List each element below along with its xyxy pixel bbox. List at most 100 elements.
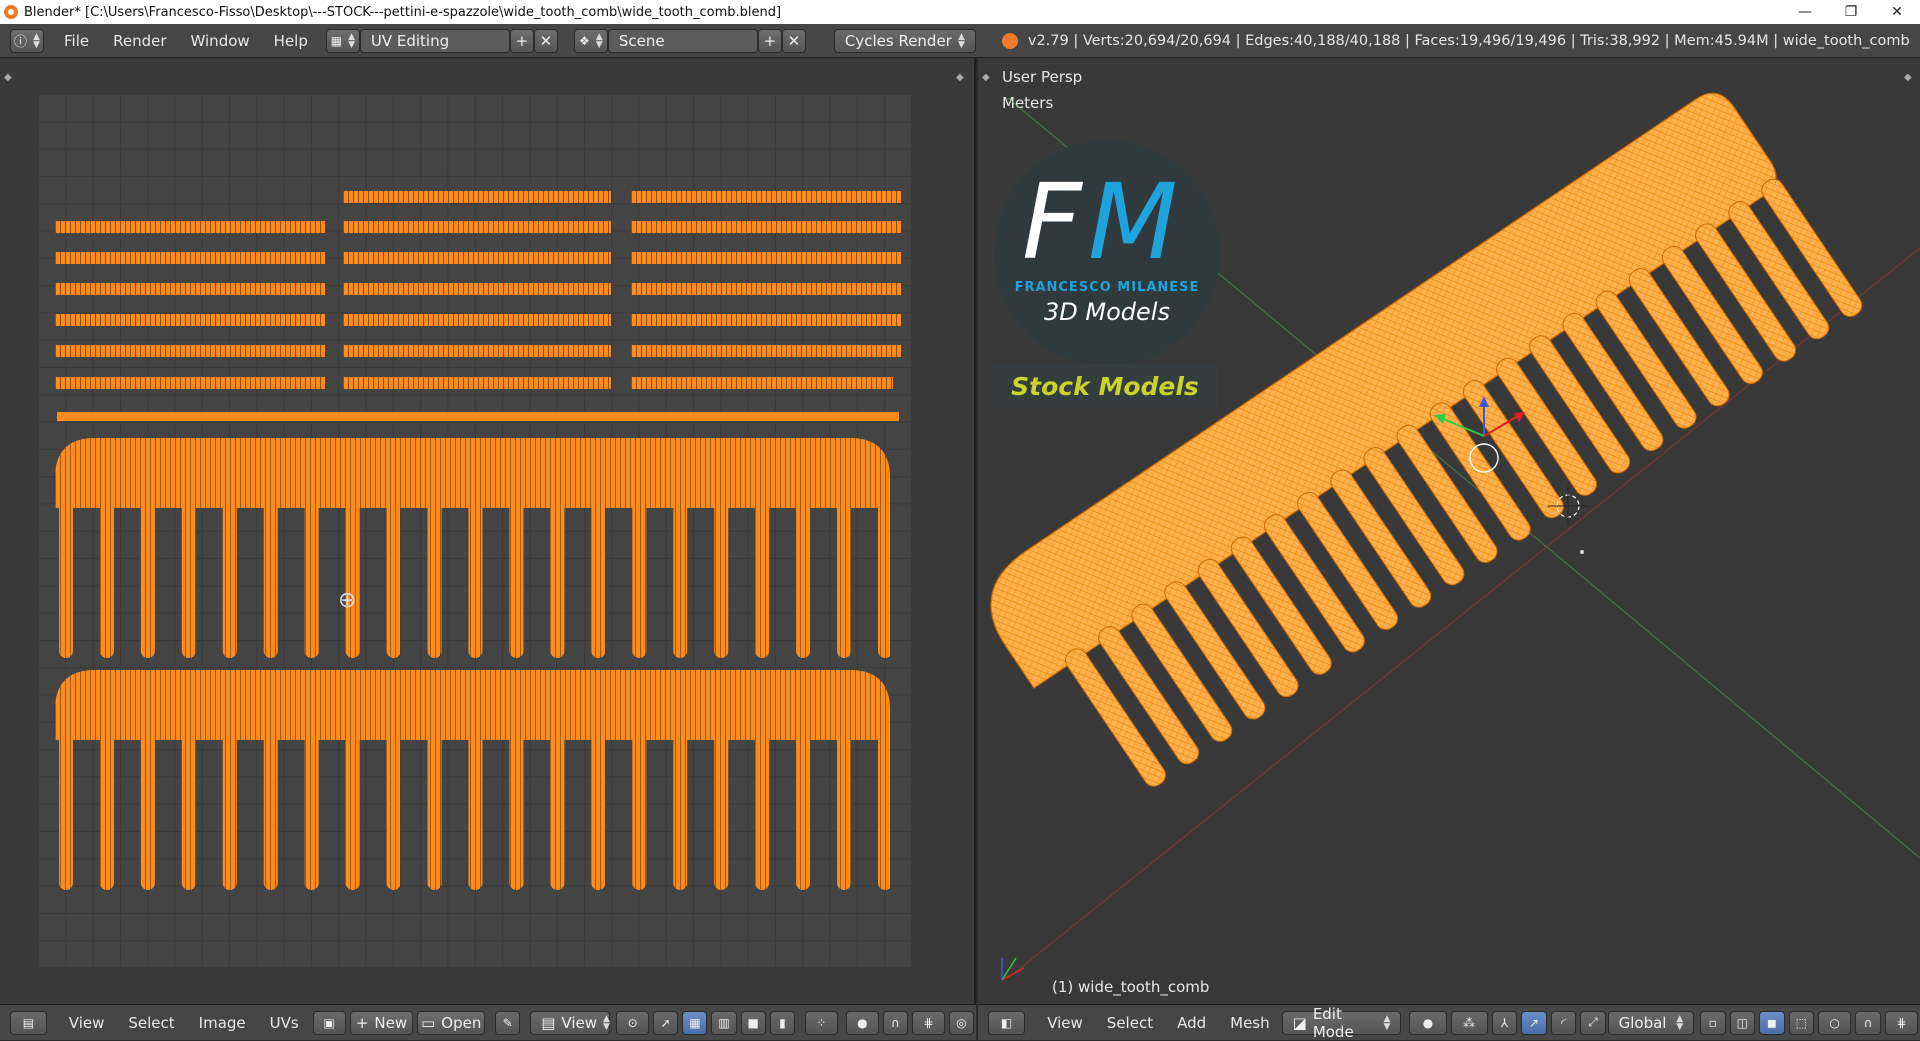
transform-orientation-dropdown[interactable]: Global ▲ ▼ [1607,1010,1695,1035]
maximize-button[interactable]: ❐ [1828,0,1874,24]
menu-file[interactable]: File [52,32,101,50]
translate-icon: ↗ [1528,1015,1539,1030]
proportional-circle-icon: ○ [1829,1015,1840,1030]
editor-type-info-button[interactable]: ⓘ ▲ ▼ [10,28,44,53]
island-select-button[interactable]: ▮ [769,1010,795,1035]
area-split-widget[interactable]: ◆ [4,72,16,84]
3d-menu-mesh[interactable]: Mesh [1218,1014,1282,1032]
uv-island-strip [631,221,901,233]
vertex-select-button[interactable]: ▦ [682,1010,708,1035]
proportional-icon: ● [857,1015,868,1030]
x-icon: ✕ [787,31,801,50]
scene-browse-button[interactable]: ❖ ▲ ▼ [573,28,608,53]
uv-menu-select[interactable]: Select [116,1014,186,1032]
pivot-point-dropdown[interactable]: ⁂ [1450,1010,1488,1035]
delete-screen-button[interactable]: ✕ [533,28,558,53]
render-slot-button[interactable]: ◎ [948,1010,974,1035]
snap-element-button[interactable]: ⋕ [911,1010,945,1035]
rotate-manipulator[interactable]: ◜ [1550,1010,1577,1035]
uv-comb-tooth [714,498,729,658]
menu-window[interactable]: Window [179,32,262,50]
close-button[interactable]: ✕ [1874,0,1920,24]
scale-manipulator[interactable]: ⤢ [1580,1010,1606,1035]
pivot-button[interactable]: ⊙ [616,1010,650,1035]
uv-island-strip [631,314,901,326]
3d-proportional-edit[interactable]: ○ [1818,1010,1852,1035]
shading-dropdown[interactable]: ● [1409,1010,1447,1035]
menu-help[interactable]: Help [262,32,320,50]
uv-comb-tooth [468,730,483,890]
folder-icon: ▭ [421,1013,436,1032]
active-object-label: (1) wide_tooth_comb [1052,978,1210,996]
uv-island-comb-top [55,438,890,658]
occlude-geometry-button[interactable]: ⬚ [1788,1010,1815,1035]
uv-comb-tooth [673,498,688,658]
uv-island-strip [343,377,611,389]
menu-render[interactable]: Render [101,32,178,50]
uv-menu-uvs[interactable]: UVs [258,1014,311,1032]
3d-menu-select[interactable]: Select [1095,1014,1165,1032]
image-browse-button[interactable]: ▣ [312,1010,346,1035]
blender-logo-icon [1001,32,1018,49]
minimize-button[interactable]: — [1782,0,1828,24]
updown-arrows-icon: ▲ ▼ [348,31,355,50]
image-icon: ▣ [323,1015,335,1030]
3d-editor-type-button[interactable]: ◧ [988,1010,1026,1035]
vertex-mode-icon: ▫ [1708,1015,1717,1030]
face-select-button[interactable]: ■ [740,1010,766,1035]
3d-snap-element[interactable]: ⋕ [1884,1010,1919,1035]
uv-menu-image[interactable]: Image [187,1014,258,1032]
screen-layout-browse-button[interactable]: ▦ ▲ ▼ [325,28,360,53]
3d-menu-add[interactable]: Add [1165,1014,1218,1032]
uv-island-strip [55,221,325,233]
3d-snap-button[interactable]: ∩ [1855,1010,1881,1035]
uv-comb-tooth [796,498,811,658]
new-image-button[interactable]: + New [349,1010,414,1035]
area-split-widget-right[interactable]: ◆ [956,72,968,84]
render-engine-dropdown[interactable]: Cycles Render ▲ ▼ [833,28,976,53]
vertex-select-mode[interactable]: ▫ [1700,1010,1726,1035]
uv-comb-tooth [509,498,524,658]
3d-menu-view[interactable]: View [1035,1014,1095,1032]
uv-menu-view[interactable]: View [57,1014,117,1032]
edge-select-button[interactable]: ▥ [711,1010,737,1035]
x-icon: ✕ [539,31,553,50]
uv-comb-tooth [550,730,565,890]
editor-type-button[interactable]: ▤ [10,1010,47,1035]
vertex-select-icon: ▦ [689,1015,701,1030]
view-mode-label: View [561,1013,598,1032]
uv-comb-tooth [591,730,606,890]
proportional-edit-button[interactable]: ● [845,1010,879,1035]
open-image-button[interactable]: ▭ Open [417,1010,486,1035]
screen-layout-field[interactable]: UV Editing [359,28,510,53]
mode-dropdown[interactable]: ◪ Edit Mode ▲ ▼ [1281,1005,1402,1041]
view-mode-dropdown[interactable]: ▤ View ▲ ▼ [530,1010,611,1035]
cursor-icon: ➚ [660,1015,671,1030]
face-select-mode[interactable]: ◼ [1759,1010,1785,1035]
translate-manipulator[interactable]: ↗ [1521,1010,1547,1035]
sync-selection-button[interactable]: ➚ [653,1010,679,1035]
pin-button[interactable]: ✎ [495,1010,521,1035]
uv-island-strip [343,283,611,295]
image-editor-icon: ▤ [22,1015,35,1030]
uv-comb-tooth [755,730,770,890]
edge-select-mode[interactable]: ◫ [1729,1010,1756,1035]
magnet-icon: ∩ [1863,1015,1873,1030]
scene-field[interactable]: Scene [607,28,758,53]
island-select-icon: ▮ [779,1015,786,1030]
uv-grid-canvas[interactable]: ⊕ [38,94,911,967]
sticky-selection-button[interactable]: ⁘ [804,1010,838,1035]
snap-button[interactable]: ∩ [882,1010,908,1035]
add-scene-button[interactable]: + [757,28,782,53]
delete-scene-button[interactable]: ✕ [781,28,806,53]
uv-image-editor[interactable]: ◆ ◆ ⊕ [0,58,976,1004]
3d-viewport[interactable]: ◆ ◆ User Persp Meters F M FRANCESCO MILA… [978,58,1920,1004]
manipulator-toggle[interactable]: ⅄ [1491,1010,1518,1035]
uv-island-strip [55,283,325,295]
uv-comb-tooth [222,498,237,658]
uv-comb-tooth [99,730,114,890]
uv-island-strip [631,345,901,357]
logo-subtitle: 3D Models [1044,298,1170,326]
add-screen-button[interactable]: + [509,28,534,53]
scene-icon: ❖ [579,33,590,48]
